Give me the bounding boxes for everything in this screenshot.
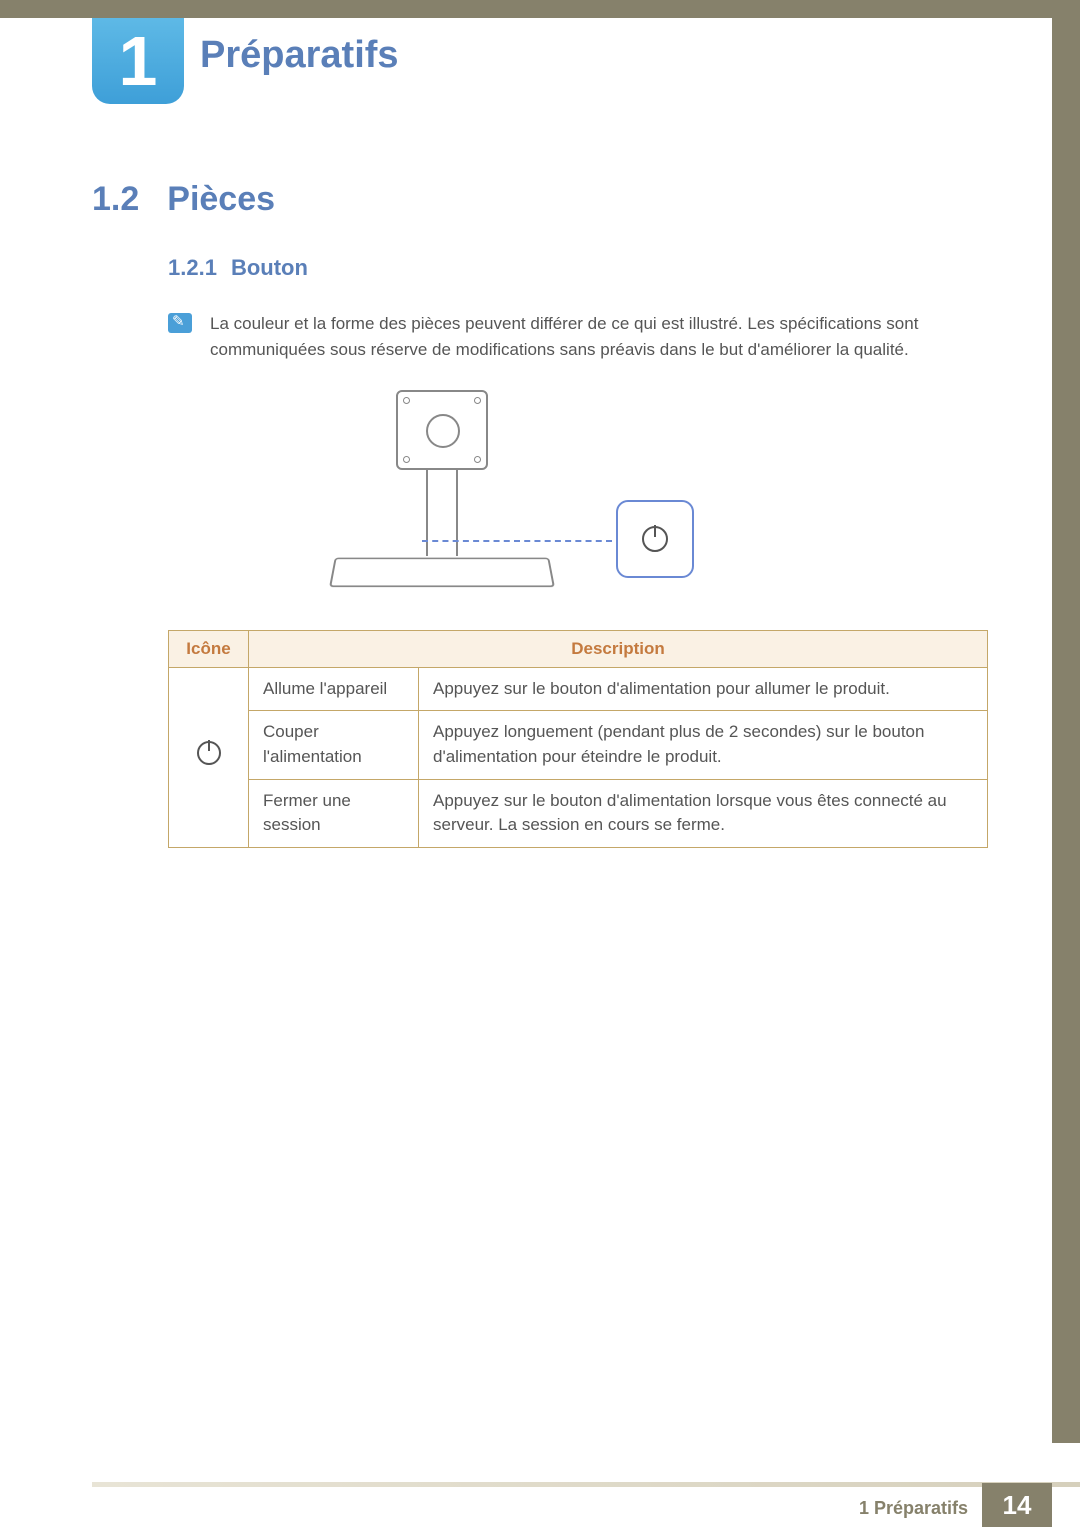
power-button-callout [616,500,694,578]
subsection-number: 1.2.1 [168,255,217,281]
chapter-number: 1 [119,26,158,96]
page-content: 1.2 Pièces 1.2.1 Bouton La couleur et la… [92,180,990,848]
chapter-number-tab: 1 [92,18,184,104]
page-number-badge: 14 [982,1483,1052,1527]
table-row: Fermer une session Appuyez sur le bouton… [169,779,988,847]
section-title: Pièces [167,180,275,219]
subsection-title: Bouton [231,255,308,281]
action-cell: Fermer une session [249,779,419,847]
power-icon-cell [169,667,249,847]
description-cell: Appuyez sur le bouton d'alimentation lor… [419,779,988,847]
product-diagram [168,390,990,610]
power-icon [642,526,668,552]
note-text: La couleur et la forme des pièces peuven… [210,311,990,364]
mount-plate [396,390,488,470]
note-icon [168,313,192,333]
table-row: Allume l'appareil Appuyez sur le bouton … [169,667,988,711]
chapter-title: Préparatifs [200,34,399,77]
section-number: 1.2 [92,180,139,219]
stand-neck [426,470,458,556]
callout-dashed-line [422,540,612,542]
button-description-table: Icône Description Allume l'appareil Appu… [168,630,988,848]
description-cell: Appuyez sur le bouton d'alimentation pou… [419,667,988,711]
header-icon: Icône [169,630,249,667]
subsection-heading: 1.2.1 Bouton [168,255,990,281]
monitor-stand-illustration [318,390,598,600]
header-description: Description [249,630,988,667]
top-decor-band [0,0,1080,18]
screw-hole-icon [474,456,481,463]
screw-hole-icon [403,397,410,404]
table-row: Couper l'alimentation Appuyez longuement… [169,711,988,779]
description-cell: Appuyez longuement (pendant plus de 2 se… [419,711,988,779]
note-block: La couleur et la forme des pièces peuven… [168,311,990,364]
side-decor-band [1052,0,1080,1443]
action-cell: Allume l'appareil [249,667,419,711]
stand-base [329,557,555,587]
section-heading: 1.2 Pièces [92,180,990,219]
footer-divider [92,1482,1080,1487]
power-icon [197,741,221,765]
screw-hole-icon [474,397,481,404]
footer-breadcrumb: 1 Préparatifs [859,1498,968,1519]
screw-hole-icon [403,456,410,463]
pivot-circle-icon [426,414,460,448]
action-cell: Couper l'alimentation [249,711,419,779]
table-header-row: Icône Description [169,630,988,667]
page-footer: 1 Préparatifs 14 [0,1469,1080,1527]
